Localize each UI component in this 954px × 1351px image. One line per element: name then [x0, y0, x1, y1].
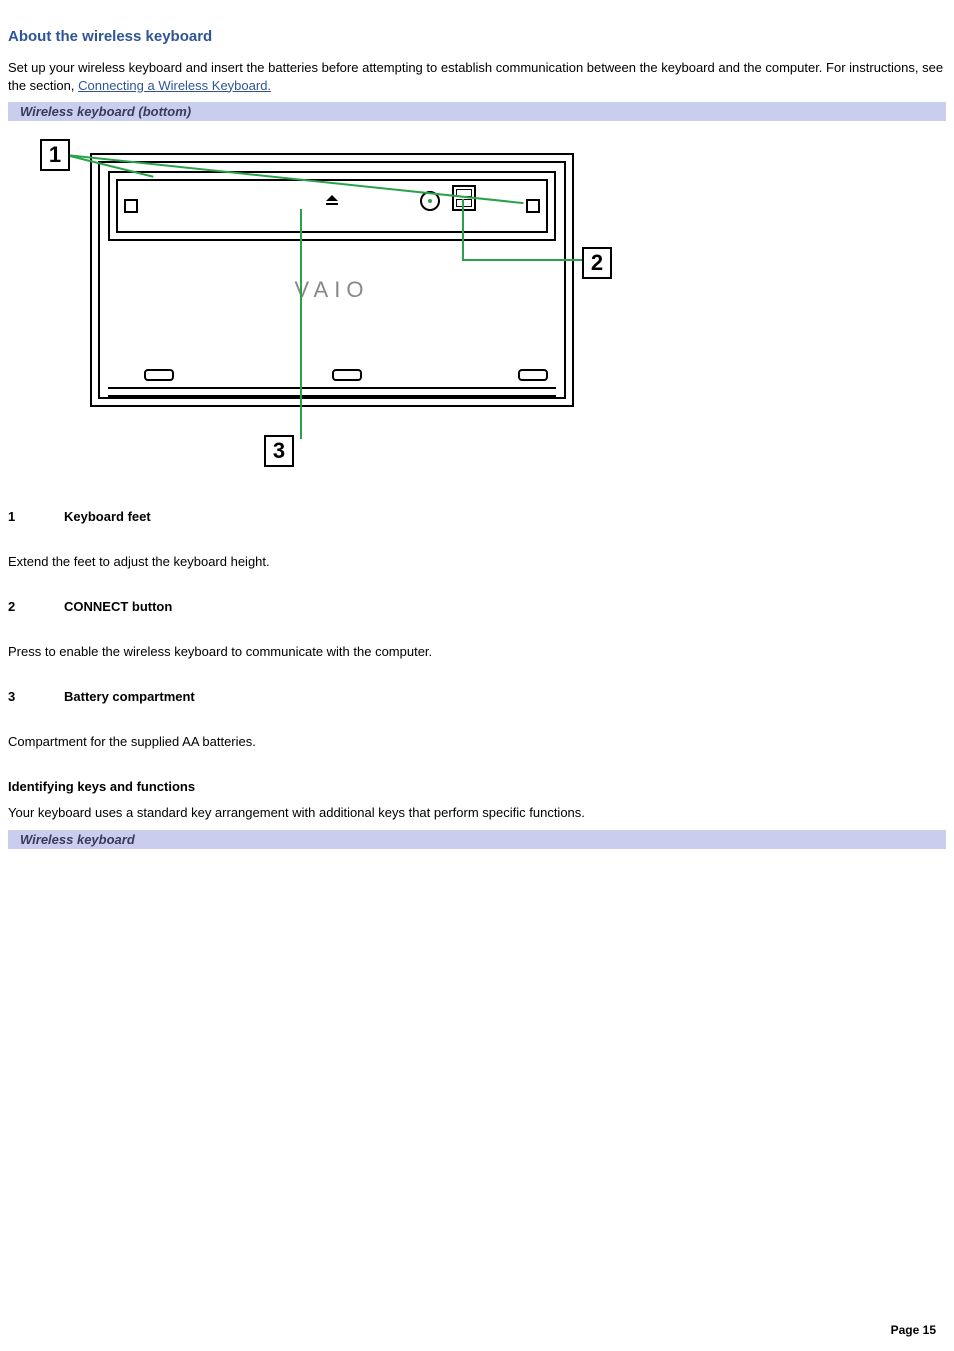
battery-slot	[144, 369, 174, 381]
battery-slot	[332, 369, 362, 381]
item-description: Compartment for the supplied AA batterie…	[8, 734, 946, 749]
callout-2: 2	[582, 247, 612, 279]
keyboard-bottom-edge	[108, 387, 556, 397]
item-description: Press to enable the wireless keyboard to…	[8, 644, 946, 659]
item-description: Extend the feet to adjust the keyboard h…	[8, 554, 946, 569]
eject-icon	[324, 201, 340, 211]
item-title: Battery compartment	[64, 689, 195, 704]
item-title: CONNECT button	[64, 599, 172, 614]
item-row-1: 1 Keyboard feet	[8, 509, 946, 524]
section-heading-keys: Identifying keys and functions	[8, 779, 946, 794]
item-row-2: 2 CONNECT button	[8, 599, 946, 614]
callout-3: 3	[264, 435, 294, 467]
leader-line	[462, 259, 582, 261]
battery-slot	[518, 369, 548, 381]
item-number: 2	[8, 599, 64, 614]
item-number: 1	[8, 509, 64, 524]
leader-line	[300, 209, 302, 439]
section-text-keys: Your keyboard uses a standard key arrang…	[8, 804, 946, 822]
item-row-3: 3 Battery compartment	[8, 689, 946, 704]
item-title: Keyboard feet	[64, 509, 151, 524]
item-number: 3	[8, 689, 64, 704]
leader-line	[462, 199, 464, 261]
keyboard-bottom-diagram: 1 2 3 VAIO	[40, 139, 660, 479]
keyboard-outline: VAIO	[90, 153, 574, 407]
figure-caption-keyboard: Wireless keyboard	[8, 830, 946, 849]
vaio-logo: VAIO	[92, 277, 572, 303]
keyboard-top-panel-inner	[116, 179, 548, 233]
callout-1: 1	[40, 139, 70, 171]
figure-caption-bottom: Wireless keyboard (bottom)	[8, 102, 946, 121]
page-title: About the wireless keyboard	[8, 28, 946, 45]
intro-paragraph: Set up your wireless keyboard and insert…	[8, 59, 946, 94]
page-number: Page 15	[891, 1323, 936, 1337]
keyboard-foot-left	[124, 199, 138, 213]
connecting-keyboard-link[interactable]: Connecting a Wireless Keyboard.	[78, 78, 271, 93]
keyboard-foot-right	[526, 199, 540, 213]
